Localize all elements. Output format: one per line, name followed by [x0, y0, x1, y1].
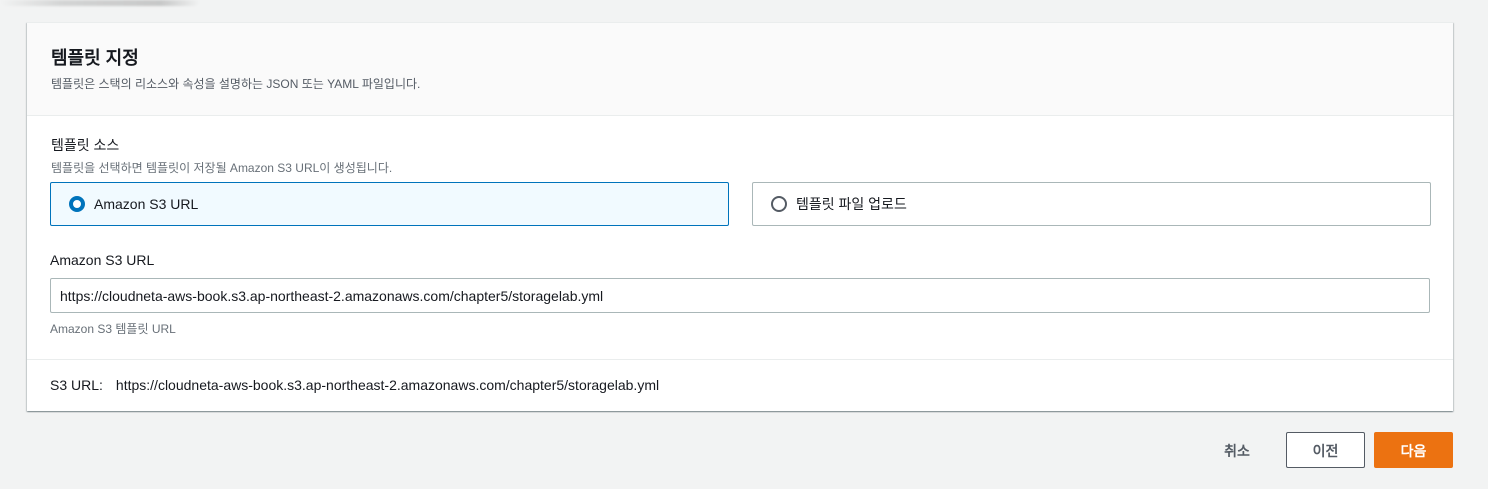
radio-selected-icon[interactable] — [69, 196, 85, 212]
panel-header: 템플릿 지정 템플릿은 스택의 리소스와 속성을 설명하는 JSON 또는 YA… — [27, 23, 1453, 116]
panel-title: 템플릿 지정 — [51, 48, 139, 68]
s3-url-summary: S3 URL: https://cloudneta-aws-book.s3.ap… — [50, 377, 659, 393]
s3-url-summary-value: https://cloudneta-aws-book.s3.ap-northea… — [115, 377, 660, 393]
specify-template-panel: 템플릿 지정 템플릿은 스택의 리소스와 속성을 설명하는 JSON 또는 YA… — [27, 22, 1453, 411]
option-label: 템플릿 파일 업로드 — [796, 196, 907, 212]
top-shadow — [0, 0, 200, 6]
s3-url-field-label: Amazon S3 URL — [50, 252, 155, 268]
next-button[interactable]: 다음 — [1374, 432, 1453, 468]
option-label: Amazon S3 URL — [94, 196, 199, 212]
s3-url-field-hint: Amazon S3 템플릿 URL — [50, 322, 176, 336]
divider — [27, 359, 1453, 360]
template-source-description: 템플릿을 선택하면 템플릿이 저장될 Amazon S3 URL이 생성됩니다. — [51, 161, 393, 175]
option-upload-template-file[interactable]: 템플릿 파일 업로드 — [752, 182, 1431, 226]
panel-description: 템플릿은 스택의 리소스와 속성을 설명하는 JSON 또는 YAML 파일입니… — [51, 77, 421, 91]
cancel-button[interactable]: 취소 — [1207, 432, 1267, 468]
option-amazon-s3-url[interactable]: Amazon S3 URL — [50, 182, 729, 226]
s3-url-input[interactable] — [50, 278, 1430, 313]
previous-button[interactable]: 이전 — [1286, 432, 1365, 468]
s3-url-summary-label: S3 URL: — [50, 377, 103, 393]
template-source-label: 템플릿 소스 — [51, 137, 120, 153]
radio-unselected-icon[interactable] — [771, 196, 787, 212]
